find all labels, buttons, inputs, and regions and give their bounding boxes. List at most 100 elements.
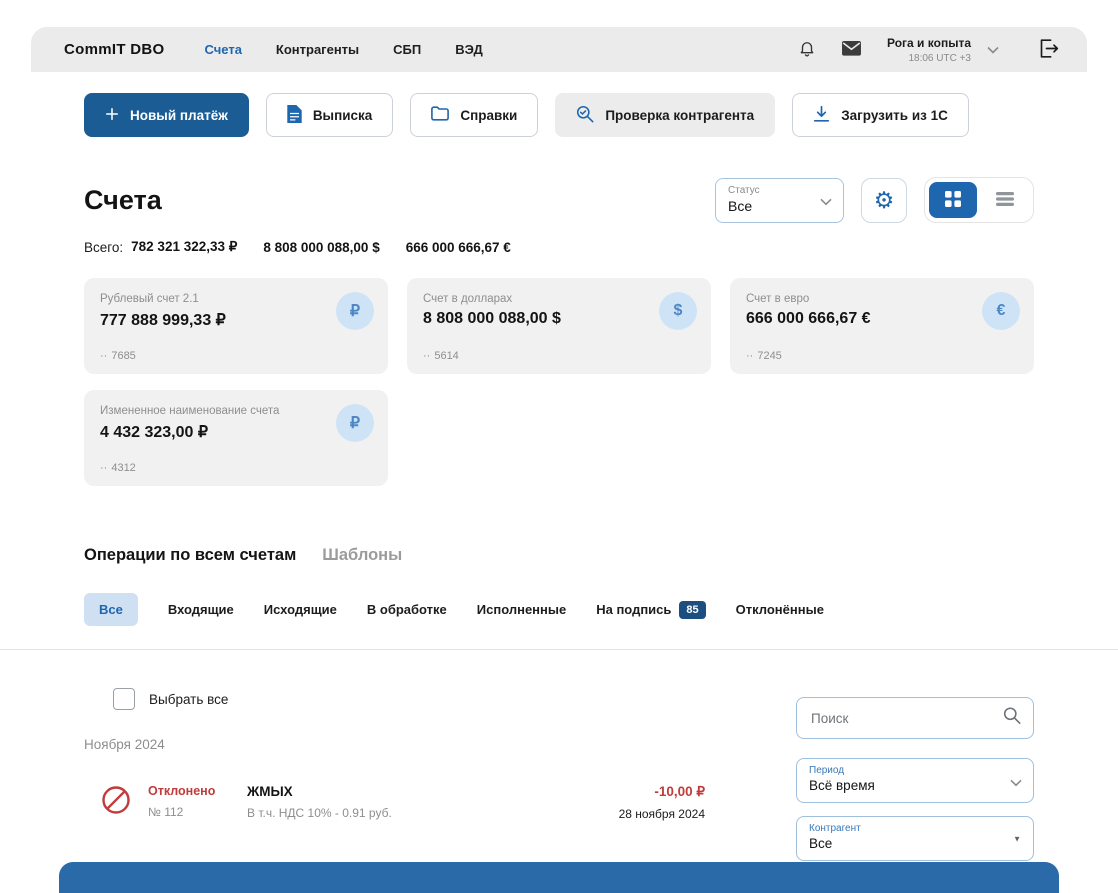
- totals-label: Всего:: [84, 240, 123, 255]
- transaction-amount: -10,00 ₽: [619, 784, 705, 800]
- statement-button[interactable]: Выписка: [266, 93, 394, 137]
- counterparty-check-button[interactable]: Проверка контрагента: [555, 93, 775, 137]
- topbar: CommIT DBO Счета Контрагенты СБП ВЭД: [31, 27, 1087, 72]
- tab-executed[interactable]: Исполненные: [477, 602, 566, 617]
- tab-all-operations[interactable]: Операции по всем счетам: [84, 546, 296, 565]
- ruble-currency-icon: ₽: [336, 292, 374, 330]
- account-card[interactable]: Счет в евро 666 000 666,67 € ·· 7245 €: [730, 278, 1034, 374]
- gear-icon: ⚙: [874, 189, 895, 212]
- operations-list: Выбрать все Ноября 2024 Отклонено № 112 …: [84, 650, 705, 861]
- company-switcher[interactable]: Рога и копыта 18:06 UTC +3: [887, 36, 999, 64]
- account-card[interactable]: Рублевый счет 2.1 777 888 999,33 ₽ ·· 76…: [84, 278, 388, 374]
- account-last-digits: 7245: [757, 350, 781, 362]
- bell-icon: [798, 39, 816, 60]
- period-select-label: Период: [809, 765, 1021, 776]
- operations-filters-panel: Период Всё время Контрагент Все ▼: [796, 650, 1034, 861]
- download-icon: [813, 105, 830, 126]
- plus-icon: [105, 107, 119, 124]
- nav-item-sbp[interactable]: СБП: [393, 42, 421, 57]
- company-name: Рога и копыта: [887, 36, 971, 50]
- euro-currency-icon: €: [982, 292, 1020, 330]
- search-check-icon: [576, 105, 594, 126]
- period-select[interactable]: Период Всё время: [796, 758, 1034, 803]
- counterparty-check-label: Проверка контрагента: [605, 108, 754, 123]
- settings-button[interactable]: ⚙: [861, 178, 907, 223]
- counterparty-select[interactable]: Контрагент Все ▼: [796, 816, 1034, 861]
- load-from-1c-button[interactable]: Загрузить из 1С: [792, 93, 969, 137]
- status-select-label: Статус: [728, 185, 831, 196]
- account-amount: 777 888 999,33 ₽: [100, 310, 372, 330]
- search-input[interactable]: [797, 698, 1033, 738]
- operation-filter-tabs: Все Входящие Исходящие В обработке Испол…: [84, 593, 1034, 626]
- bottom-action-bar[interactable]: [59, 862, 1059, 893]
- search-box: [796, 697, 1034, 739]
- tab-to-sign[interactable]: На подпись 85: [596, 601, 705, 619]
- account-last-digits: 7685: [111, 350, 135, 362]
- list-view-button[interactable]: [981, 182, 1029, 218]
- logout-button[interactable]: [1039, 39, 1059, 61]
- tab-rejected[interactable]: Отклонённые: [736, 602, 824, 617]
- transaction-number: № 112: [148, 805, 234, 819]
- total-rub: 782 321 322,33 ₽: [131, 239, 237, 255]
- new-payment-button[interactable]: Новый платёж: [84, 93, 249, 137]
- certificates-button[interactable]: Справки: [410, 93, 538, 137]
- total-eur: 666 000 666,67 €: [406, 240, 511, 255]
- account-number-masked: ·· 5614: [423, 350, 459, 362]
- document-icon: [287, 105, 302, 126]
- select-all-checkbox[interactable]: [113, 688, 135, 710]
- ruble-currency-icon: ₽: [336, 404, 374, 442]
- account-last-digits: 5614: [434, 350, 458, 362]
- transaction-details: В т.ч. НДС 10% - 0.91 руб.: [247, 806, 619, 820]
- mask-dots: ··: [746, 350, 753, 362]
- to-sign-count-badge: 85: [679, 601, 705, 619]
- nav-item-counterparties[interactable]: Контрагенты: [276, 42, 359, 57]
- period-select-value: Всё время: [809, 778, 1021, 793]
- company-time: 18:06 UTC +3: [887, 53, 971, 64]
- new-payment-label: Новый платёж: [130, 108, 228, 123]
- nav-item-ved[interactable]: ВЭД: [455, 42, 483, 57]
- account-number-masked: ·· 7245: [746, 350, 782, 362]
- status-select[interactable]: Статус Все: [715, 178, 844, 223]
- main-nav: Счета Контрагенты СБП ВЭД: [205, 42, 483, 57]
- tab-all[interactable]: Все: [84, 593, 138, 626]
- account-amount: 666 000 666,67 €: [746, 310, 1018, 328]
- account-name: Счет в евро: [746, 293, 1018, 305]
- account-card[interactable]: Счет в долларах 8 808 000 088,00 $ ·· 56…: [407, 278, 711, 374]
- select-all-label: Выбрать все: [149, 692, 228, 707]
- transaction-status: Отклонено: [148, 784, 234, 798]
- quick-actions: Новый платёж Выписка Справки Проверка ко…: [0, 72, 1118, 137]
- transaction-title: ЖМЫХ: [247, 784, 619, 799]
- counterparty-select-value: Все: [809, 836, 1021, 851]
- totals-row: Всего: 782 321 322,33 ₽ 8 808 000 088,00…: [84, 239, 1034, 255]
- dollar-currency-icon: $: [659, 292, 697, 330]
- tab-templates[interactable]: Шаблоны: [322, 546, 402, 565]
- account-name: Счет в долларах: [423, 293, 695, 305]
- tab-processing[interactable]: В обработке: [367, 602, 447, 617]
- tab-outgoing[interactable]: Исходящие: [264, 602, 337, 617]
- rejected-icon: [100, 784, 132, 821]
- chevron-down-icon: [1010, 773, 1022, 791]
- account-number-masked: ·· 4312: [100, 462, 136, 474]
- nav-item-accounts[interactable]: Счета: [205, 42, 242, 57]
- tab-to-sign-label: На подпись: [596, 602, 671, 617]
- messages-button[interactable]: [842, 41, 861, 59]
- grid-view-button[interactable]: [929, 182, 977, 218]
- tab-incoming[interactable]: Входящие: [168, 602, 234, 617]
- notifications-button[interactable]: [798, 39, 816, 60]
- account-cards: Рублевый счет 2.1 777 888 999,33 ₽ ·· 76…: [84, 278, 1034, 486]
- account-card[interactable]: Измененное наименование счета 4 432 323,…: [84, 390, 388, 486]
- statement-label: Выписка: [313, 108, 373, 123]
- mail-icon: [842, 41, 861, 59]
- chevron-down-icon: [987, 41, 999, 59]
- logout-icon: [1039, 39, 1059, 61]
- folder-icon: [431, 106, 449, 124]
- chevron-down-icon: [820, 193, 832, 211]
- month-header: Ноября 2024: [84, 737, 705, 752]
- search-icon: [1003, 707, 1021, 730]
- total-usd: 8 808 000 088,00 $: [263, 240, 379, 255]
- certificates-label: Справки: [460, 108, 517, 123]
- transaction-row[interactable]: Отклонено № 112 ЖМЫХ В т.ч. НДС 10% - 0.…: [100, 784, 705, 821]
- view-toggle: [924, 177, 1034, 223]
- account-name: Измененное наименование счета: [100, 405, 372, 417]
- transaction-date: 28 ноября 2024: [619, 807, 705, 821]
